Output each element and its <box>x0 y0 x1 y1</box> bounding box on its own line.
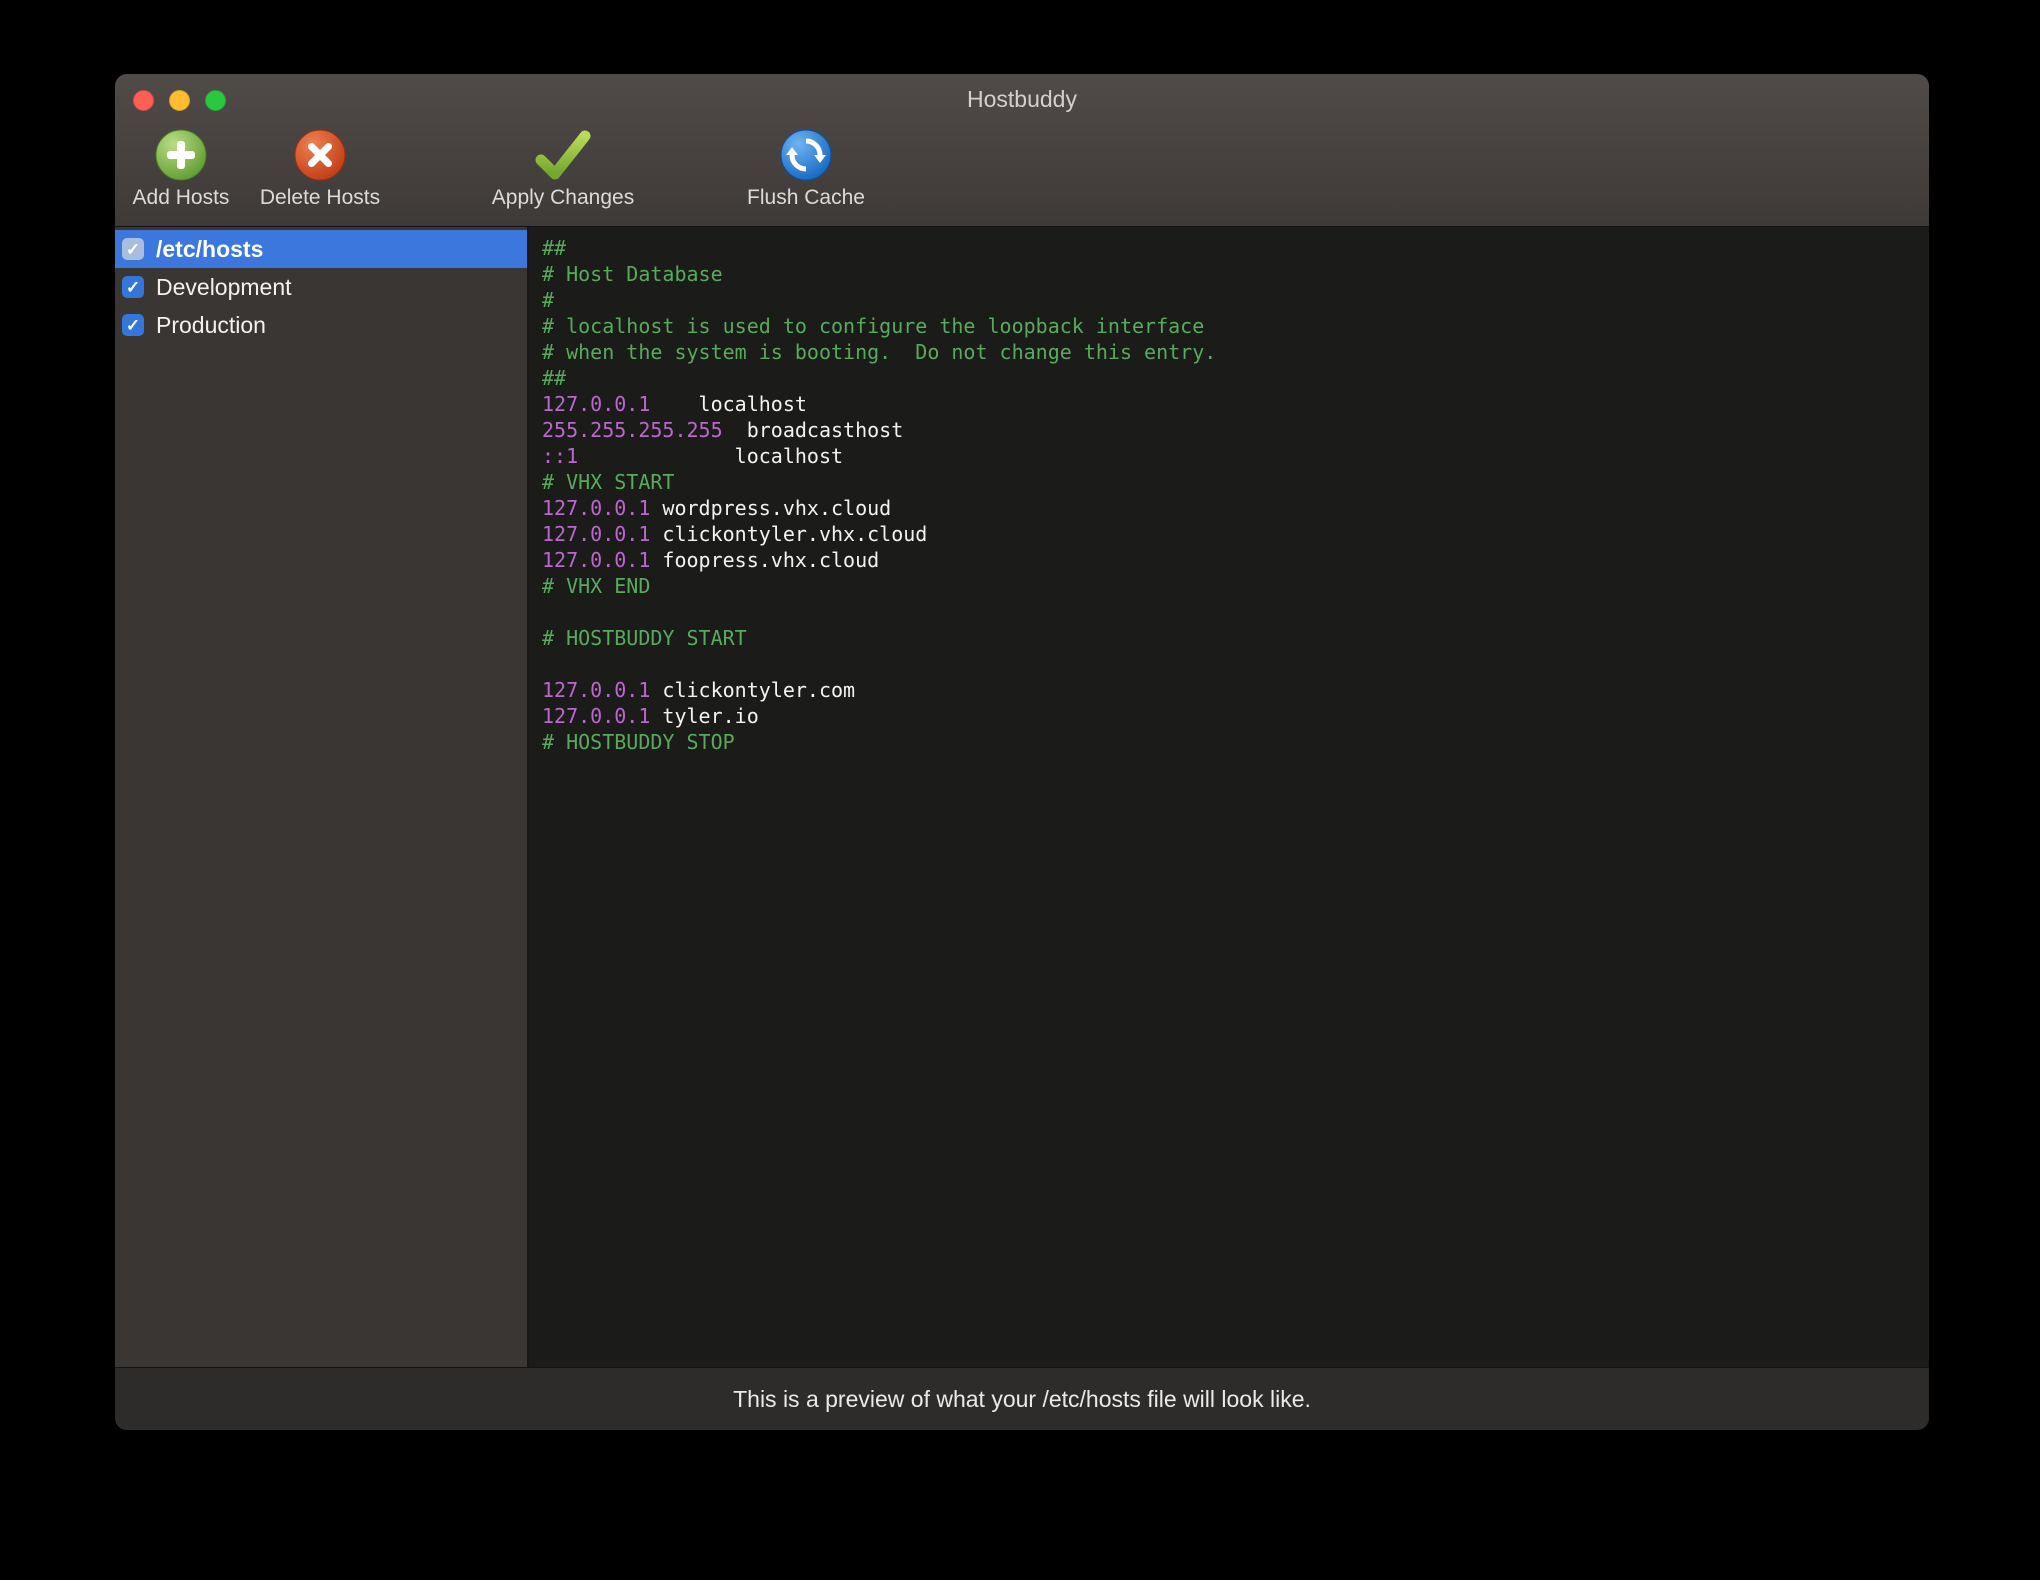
sidebar-item-label: Production <box>156 311 266 338</box>
sidebar-item[interactable]: ✓ Development <box>115 268 527 306</box>
window-chrome: Hostbuddy Add Hosts Delete Hosts Apply C… <box>115 74 1929 227</box>
toolbar: Add Hosts Delete Hosts Apply Changes Flu… <box>115 124 1929 226</box>
editor-line: ::1 localhost <box>542 444 844 468</box>
editor-line: # HOSTBUDDY STOP <box>542 730 735 754</box>
editor-line: 127.0.0.1 localhost <box>542 392 807 416</box>
editor-line: ## <box>542 366 567 390</box>
hosts-preview[interactable]: ## # Host Database # # localhost is used to… <box>529 227 1929 1367</box>
delete-hosts-label: Delete Hosts <box>259 186 381 209</box>
status-bar: This is a preview of what your /etc/host… <box>115 1367 1929 1430</box>
checkbox[interactable]: ✓ <box>122 276 144 298</box>
refresh-circle-icon <box>780 126 832 184</box>
editor-line: 127.0.0.1 tyler.io <box>542 704 759 728</box>
apply-changes-label: Apply Changes <box>491 186 635 209</box>
editor-line: 127.0.0.1 clickontyler.vhx.cloud <box>542 522 928 546</box>
add-hosts-label: Add Hosts <box>132 186 230 209</box>
flush-cache-label: Flush Cache <box>747 186 865 209</box>
main-content: ✓/etc/hosts ✓ Development ✓ Production ## # H… <box>115 227 1929 1367</box>
editor-line: # <box>542 288 555 312</box>
apply-changes-button[interactable]: Apply Changes <box>483 126 643 210</box>
checkbox[interactable]: ✓ <box>122 238 144 260</box>
editor-line: 127.0.0.1 wordpress.vhx.cloud <box>542 496 892 520</box>
status-text: This is a preview of what your /etc/host… <box>733 1385 1311 1412</box>
sidebar-item[interactable]: ✓ Production <box>115 306 527 344</box>
x-circle-icon <box>294 126 346 184</box>
editor-line: # VHX START <box>542 470 675 494</box>
editor-line: # VHX END <box>542 574 651 598</box>
close-button[interactable] <box>133 90 154 111</box>
editor-line: 255.255.255.255 broadcasthost <box>542 418 904 442</box>
editor-line: # when the system is booting. Do not cha… <box>542 340 1217 364</box>
sidebar-item-label: /etc/hosts <box>156 235 264 262</box>
editor-line: ## <box>542 236 567 260</box>
sidebar-item[interactable]: ✓ /etc/hosts <box>115 230 527 268</box>
checkmark-icon <box>534 126 592 184</box>
titlebar[interactable]: Hostbuddy <box>115 74 1929 124</box>
sidebar-item-label: Development <box>156 273 292 300</box>
app-window: Hostbuddy Add Hosts Delete Hosts Apply C… <box>115 74 1929 1430</box>
editor-line: # localhost is used to configure the loo… <box>542 314 1205 338</box>
plus-circle-icon <box>155 126 207 184</box>
editor-line: # HOSTBUDDY START <box>542 626 747 650</box>
flush-cache-button[interactable]: Flush Cache <box>726 126 886 210</box>
minimize-button[interactable] <box>169 90 190 111</box>
editor-line: 127.0.0.1 foopress.vhx.cloud <box>542 548 880 572</box>
editor-line: # Host Database <box>542 262 723 286</box>
checkbox[interactable]: ✓ <box>122 314 144 336</box>
sidebar-list: ✓ /etc/hosts ✓ Development ✓ Production <box>115 227 529 1367</box>
window-title: Hostbuddy <box>967 86 1077 112</box>
editor-line: 127.0.0.1 clickontyler.com <box>542 678 856 702</box>
delete-hosts-button[interactable]: Delete Hosts <box>240 126 400 210</box>
zoom-button[interactable] <box>205 90 226 111</box>
